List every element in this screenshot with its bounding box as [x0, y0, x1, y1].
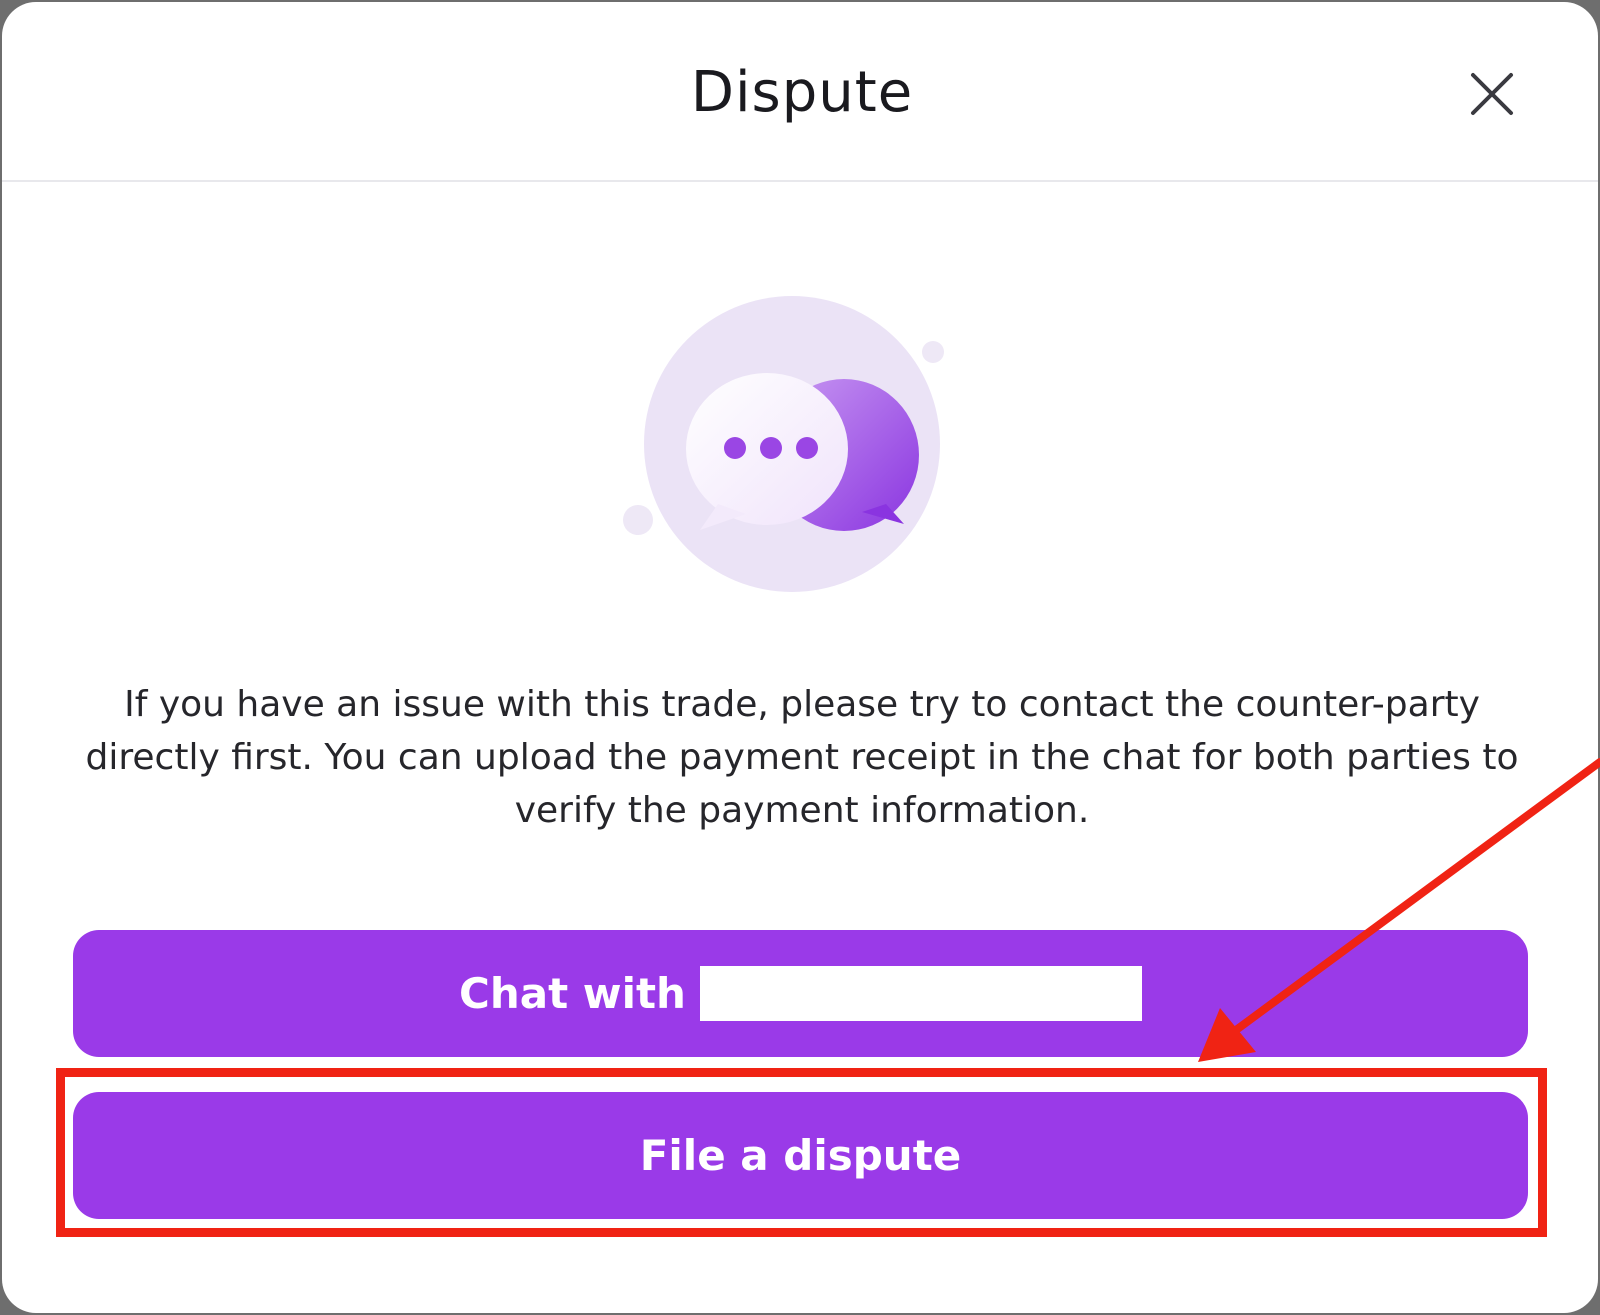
chat-button-label: Chat with [459, 969, 686, 1018]
chat-button[interactable]: Chat with [73, 930, 1528, 1057]
close-icon[interactable] [1468, 70, 1516, 118]
dialog-message: If you have an issue with this trade, pl… [85, 684, 1519, 831]
file-dispute-label: File a dispute [639, 1131, 962, 1180]
redacted-username [699, 966, 1142, 1021]
dialog-header: Dispute [2, 2, 1598, 182]
dialog-title: Dispute [690, 60, 914, 125]
chat-bubbles-icon [622, 292, 962, 612]
dispute-dialog: Dispute If you have an issue with this t… [2, 2, 1598, 1313]
file-dispute-button[interactable]: File a dispute [73, 1092, 1528, 1219]
